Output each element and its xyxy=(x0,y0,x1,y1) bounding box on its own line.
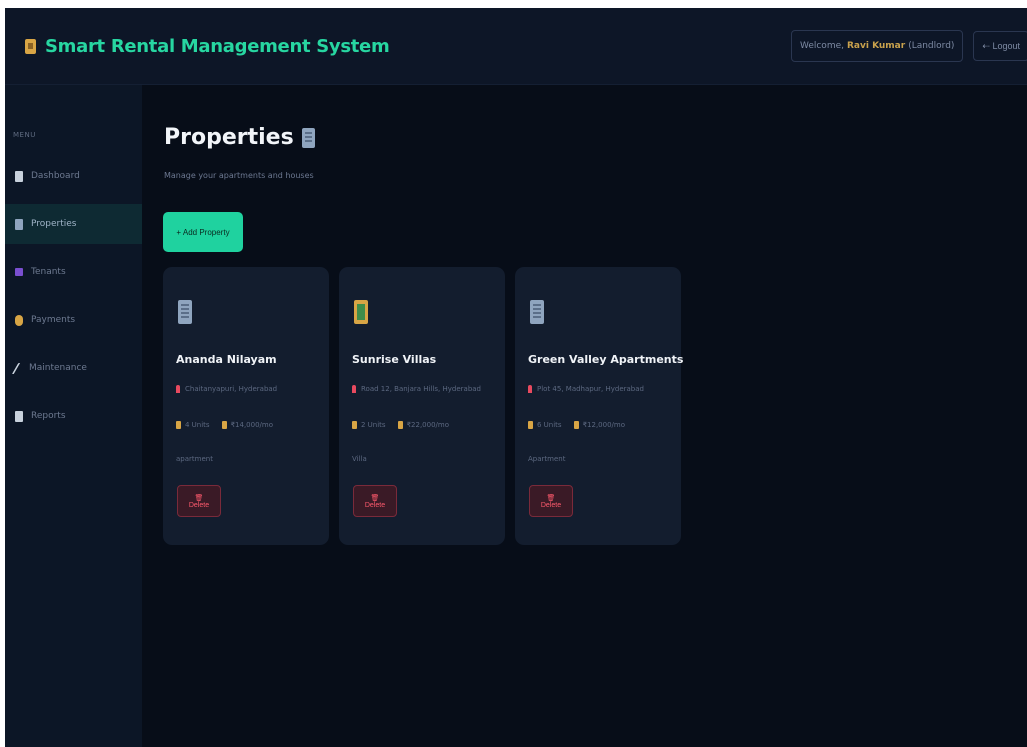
sidebar-item-label: Dashboard xyxy=(31,171,80,181)
property-location-text: Plot 45, Madhapur, Hyderabad xyxy=(537,385,644,393)
sidebar-item-dashboard[interactable]: Dashboard xyxy=(5,156,142,196)
property-units-text: 2 Units xyxy=(361,421,386,429)
sidebar-item-reports[interactable]: Reports xyxy=(5,396,142,436)
property-name: Sunrise Villas xyxy=(352,353,437,366)
sidebar-item-label: Tenants xyxy=(31,267,66,277)
property-location: Chaitanyapuri, Hyderabad xyxy=(176,385,277,393)
dashboard-icon xyxy=(15,170,23,182)
property-location-text: Road 12, Banjara Hills, Hyderabad xyxy=(361,385,481,393)
page-subtitle: Manage your apartments and houses xyxy=(164,171,314,180)
property-rent-text: ₹12,000/mo xyxy=(582,421,625,429)
property-rent: ₹22,000/mo xyxy=(397,421,449,429)
property-meta: 6 Units ₹12,000/mo xyxy=(528,421,625,429)
door-icon xyxy=(528,421,533,429)
building-icon xyxy=(178,300,192,324)
welcome-badge: Welcome, Ravi Kumar (Landlord) xyxy=(790,30,964,62)
location-pin-icon xyxy=(352,385,356,393)
delete-button[interactable]: 🗑 Delete xyxy=(177,485,221,517)
sidebar-item-tenants[interactable]: Tenants xyxy=(5,252,142,292)
property-units-text: 6 Units xyxy=(537,421,562,429)
building-icon xyxy=(15,218,23,230)
money-bag-icon xyxy=(221,421,227,429)
property-units-text: 4 Units xyxy=(185,421,210,429)
property-name: Green Valley Apartments xyxy=(528,353,684,366)
app-window: Smart Rental Management System Welcome, … xyxy=(5,8,1027,747)
property-meta: 4 Units ₹14,000/mo xyxy=(176,421,273,429)
property-type: apartment xyxy=(176,455,213,463)
property-type: Apartment xyxy=(528,455,566,463)
building-icon xyxy=(301,127,315,148)
top-right-controls: Welcome, Ravi Kumar (Landlord) ⇠ Logout xyxy=(790,30,1027,62)
building-icon xyxy=(25,38,36,54)
report-icon xyxy=(15,410,23,422)
property-location: Plot 45, Madhapur, Hyderabad xyxy=(528,385,644,393)
sidebar-item-label: Properties xyxy=(31,219,77,229)
sidebar-item-maintenance[interactable]: Maintenance xyxy=(5,348,142,388)
property-card: Ananda Nilayam Chaitanyapuri, Hyderabad … xyxy=(163,267,329,545)
app-title: Smart Rental Management System xyxy=(45,35,390,57)
property-rent-text: ₹22,000/mo xyxy=(406,421,449,429)
property-location: Road 12, Banjara Hills, Hyderabad xyxy=(352,385,481,393)
money-bag-icon xyxy=(397,421,403,429)
property-name: Ananda Nilayam xyxy=(176,353,277,366)
property-card: Sunrise Villas Road 12, Banjara Hills, H… xyxy=(339,267,505,545)
property-card: Green Valley Apartments Plot 45, Madhapu… xyxy=(515,267,684,545)
property-location-text: Chaitanyapuri, Hyderabad xyxy=(185,385,278,393)
sidebar: MENU Dashboard Properties Tenants Paymen… xyxy=(5,85,142,747)
door-icon xyxy=(352,421,357,429)
location-pin-icon xyxy=(528,385,532,393)
brand: Smart Rental Management System xyxy=(25,35,390,57)
users-icon xyxy=(15,268,23,276)
user-name: Ravi Kumar xyxy=(846,41,906,51)
money-bag-icon xyxy=(573,421,579,429)
user-role: (Landlord) xyxy=(908,41,955,51)
money-bag-icon xyxy=(15,314,23,326)
property-rent: ₹12,000/mo xyxy=(573,421,625,429)
welcome-prefix: Welcome, xyxy=(799,41,844,51)
property-rent: ₹14,000/mo xyxy=(221,421,273,429)
sidebar-item-payments[interactable]: Payments xyxy=(5,300,142,340)
property-units: 2 Units xyxy=(352,421,386,429)
logout-button[interactable]: ⇠ Logout xyxy=(973,31,1027,61)
door-icon xyxy=(176,421,181,429)
property-type: Villa xyxy=(352,455,367,463)
top-bar: Smart Rental Management System Welcome, … xyxy=(5,8,1027,85)
delete-button[interactable]: 🗑 Delete xyxy=(529,485,573,517)
wrench-icon xyxy=(11,362,25,374)
sidebar-item-properties[interactable]: Properties xyxy=(5,204,142,244)
sidebar-item-label: Maintenance xyxy=(29,363,87,373)
add-property-button[interactable]: + Add Property xyxy=(163,212,243,252)
page-title: Properties xyxy=(164,125,315,150)
house-icon xyxy=(354,300,368,324)
page-title-text: Properties xyxy=(164,125,294,150)
sidebar-item-label: Payments xyxy=(31,315,76,325)
delete-button[interactable]: 🗑 Delete xyxy=(353,485,397,517)
property-meta: 2 Units ₹22,000/mo xyxy=(352,421,449,429)
property-units: 6 Units xyxy=(528,421,562,429)
menu-label: MENU xyxy=(13,131,36,139)
location-pin-icon xyxy=(176,385,180,393)
property-units: 4 Units xyxy=(176,421,210,429)
property-rent-text: ₹14,000/mo xyxy=(230,421,273,429)
building-icon xyxy=(530,300,544,324)
main-content: Properties Manage your apartments and ho… xyxy=(142,85,1027,747)
sidebar-item-label: Reports xyxy=(31,411,66,421)
